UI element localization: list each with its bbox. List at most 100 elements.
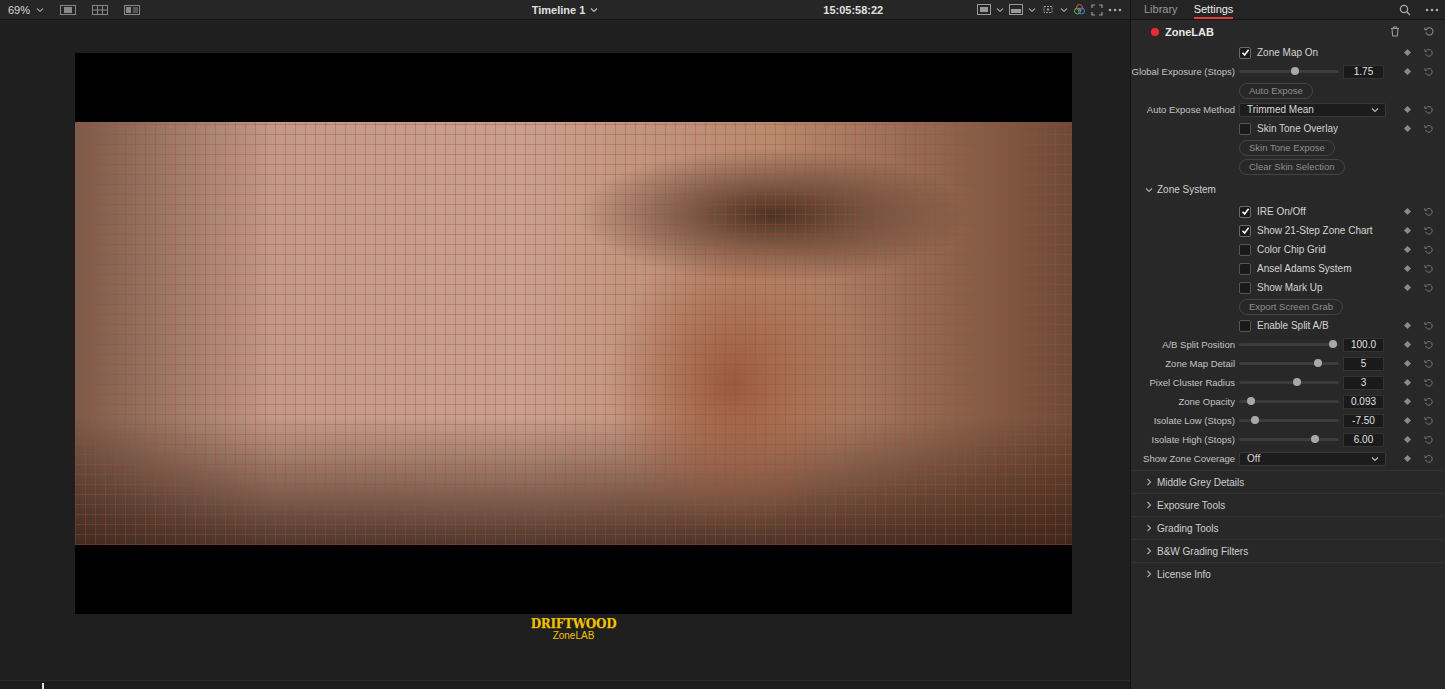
reset-icon[interactable] [1424,124,1434,134]
slider-track[interactable] [1239,343,1339,346]
reset-icon[interactable] [1424,207,1434,217]
action-button[interactable]: Auto Expose [1239,83,1313,99]
timeline-selector[interactable]: Timeline 1 [532,4,599,16]
display-chevron-icon[interactable] [996,6,1004,14]
section-header[interactable]: Grading Tools [1131,516,1445,539]
timecode[interactable]: 15:05:58:22 [823,4,883,16]
dropdown-value[interactable]: Off [1247,453,1260,464]
transform-icon[interactable] [1041,4,1055,15]
split-viewer-icon[interactable] [124,5,140,15]
dropdown-chevron-icon[interactable] [1371,455,1379,463]
keyframe-diamond-icon[interactable] [1403,227,1410,234]
checkbox-label[interactable]: Ansel Adams System [1257,263,1351,274]
chevron-right-icon[interactable] [1145,570,1153,578]
section-header[interactable]: Zone System [1131,184,1216,195]
checkbox[interactable]: Skin Tone Overlay [1239,123,1338,135]
inspector-tab[interactable]: Library [1144,0,1178,19]
keyframe-diamond-icon[interactable] [1403,360,1410,367]
value-field[interactable]: 0.093 [1343,395,1384,409]
reset-icon[interactable] [1424,416,1434,426]
value-field[interactable]: 3 [1343,376,1384,390]
slider-thumb[interactable] [1251,416,1259,424]
slider-thumb[interactable] [1247,397,1255,405]
action-button[interactable]: Export Screen Grab [1239,299,1343,315]
value-field[interactable]: 1.75 [1343,65,1384,79]
zoom-chevron-icon[interactable] [36,6,44,14]
reset-icon[interactable] [1424,67,1434,77]
slider-track[interactable] [1239,419,1339,422]
checkbox[interactable]: IRE On/Off [1239,206,1306,218]
reset-icon[interactable] [1424,283,1434,293]
chevron-right-icon[interactable] [1145,501,1153,509]
section-header[interactable]: Middle Grey Details [1131,470,1445,493]
display-icon[interactable] [977,4,991,15]
dropdown[interactable]: Trimmed Mean [1239,103,1386,117]
checkbox-box[interactable] [1239,123,1251,135]
viewer-more-icon[interactable] [1108,8,1122,12]
keyframe-diamond-icon[interactable] [1403,341,1410,348]
section-header[interactable]: Exposure Tools [1131,493,1445,516]
slider-thumb[interactable] [1314,359,1322,367]
checkmark-icon[interactable] [1241,48,1250,57]
checkbox-box[interactable] [1239,47,1251,59]
timeline-chevron-icon[interactable] [590,6,598,14]
checkbox-box[interactable] [1239,263,1251,275]
section-label[interactable]: Grading Tools [1157,523,1219,534]
keyframe-diamond-icon[interactable] [1403,106,1410,113]
reset-icon[interactable] [1424,226,1434,236]
slider-track[interactable] [1239,70,1339,73]
trash-icon[interactable] [1390,26,1400,37]
search-icon[interactable] [1399,4,1411,16]
checkbox-box[interactable] [1239,282,1251,294]
reset-icon[interactable] [1424,321,1434,331]
chevron-right-icon[interactable] [1145,524,1153,532]
keyframe-diamond-icon[interactable] [1403,49,1410,56]
reset-icon[interactable] [1424,26,1435,37]
inspector-tab[interactable]: Settings [1194,0,1234,19]
reset-icon[interactable] [1424,435,1434,445]
reset-icon[interactable] [1424,359,1434,369]
reset-icon[interactable] [1424,340,1434,350]
keyframe-diamond-icon[interactable] [1403,265,1410,272]
checkbox-box[interactable] [1239,206,1251,218]
value-field[interactable]: 6.00 [1343,433,1384,447]
section-label[interactable]: Middle Grey Details [1157,477,1244,488]
reset-icon[interactable] [1424,264,1434,274]
checkbox-box[interactable] [1239,225,1251,237]
slider-track[interactable] [1239,362,1339,365]
keyframe-diamond-icon[interactable] [1403,125,1410,132]
reset-icon[interactable] [1424,48,1434,58]
keyframe-diamond-icon[interactable] [1403,68,1410,75]
timeline-name[interactable]: Timeline 1 [532,4,586,16]
gallery-viewer-icon[interactable] [92,5,108,15]
keyframe-diamond-icon[interactable] [1403,208,1410,215]
chevron-down-icon[interactable] [1145,186,1153,194]
slider-thumb[interactable] [1291,67,1299,75]
keyframe-diamond-icon[interactable] [1403,455,1410,462]
checkbox[interactable]: Show Mark Up [1239,282,1323,294]
zoom-level[interactable]: 69% [8,4,30,16]
keyframe-diamond-icon[interactable] [1403,379,1410,386]
checkbox[interactable]: Color Chip Grid [1239,244,1326,256]
dropdown-value[interactable]: Trimmed Mean [1247,104,1314,115]
panel-more-icon[interactable] [1425,8,1439,12]
playhead[interactable] [42,683,44,689]
single-viewer-icon[interactable] [60,5,76,15]
plugin-enable-toggle[interactable] [1151,28,1159,36]
reset-icon[interactable] [1424,378,1434,388]
keyframe-diamond-icon[interactable] [1403,398,1410,405]
dropdown-chevron-icon[interactable] [1371,106,1379,114]
slider-track[interactable] [1239,381,1339,384]
value-field[interactable]: 100.0 [1343,338,1384,352]
checkbox-box[interactable] [1239,320,1251,332]
checkbox[interactable]: Ansel Adams System [1239,263,1351,275]
checkmark-icon[interactable] [1241,226,1250,235]
keyframe-diamond-icon[interactable] [1403,322,1410,329]
reset-icon[interactable] [1424,454,1434,464]
slider-thumb[interactable] [1311,435,1319,443]
value-field[interactable]: 5 [1343,357,1384,371]
value-field[interactable]: -7.50 [1343,414,1384,428]
action-button[interactable]: Clear Skin Selection [1239,159,1345,175]
section-label[interactable]: B&W Grading Filters [1157,546,1248,557]
section-label[interactable]: License Info [1157,569,1211,580]
